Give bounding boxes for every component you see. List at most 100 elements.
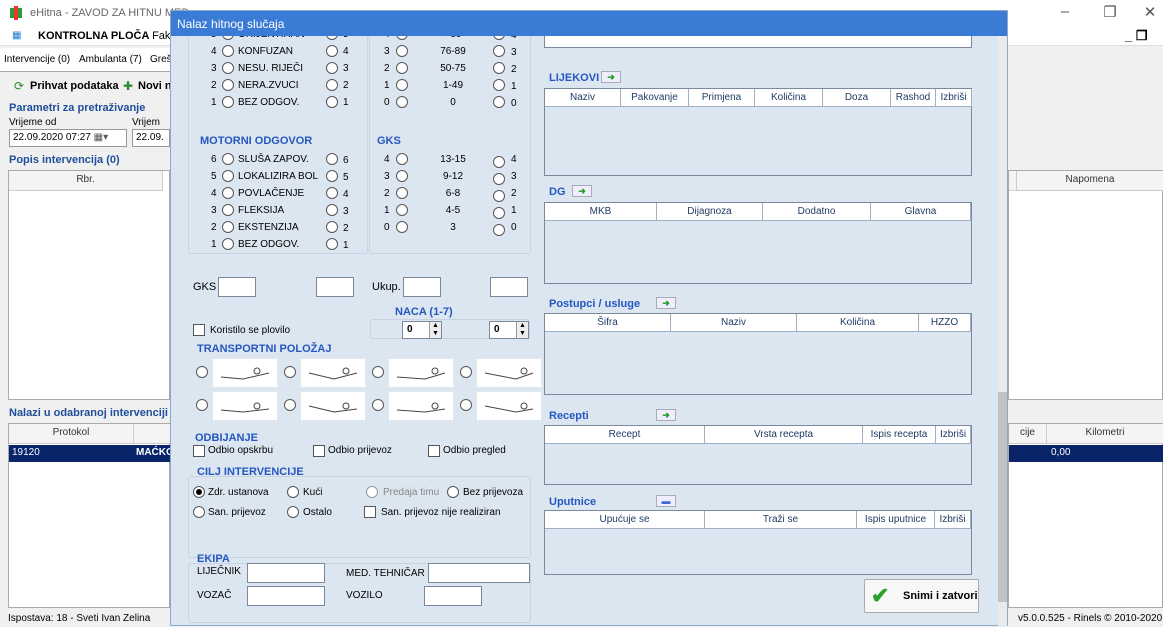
gks-radio[interactable] [396, 187, 408, 199]
minimize-icon[interactable]: – [1050, 3, 1080, 20]
motor-radio[interactable] [222, 221, 234, 233]
rts-radio[interactable] [396, 79, 408, 91]
table-header-ispis-uputnice[interactable]: Ispis uputnice [857, 511, 935, 529]
transport-radio[interactable] [196, 366, 208, 378]
ukup-input-2[interactable] [490, 277, 528, 297]
table-header--ifra[interactable]: Šifra [545, 314, 671, 332]
close-icon[interactable]: ✕ [1135, 3, 1163, 21]
table-header-izbri-i[interactable]: Izbriši [936, 426, 971, 444]
gks-radio-right[interactable] [493, 156, 505, 168]
to-input[interactable]: 22.09. [132, 129, 170, 147]
med-teh-input[interactable] [428, 563, 530, 583]
col-rbr[interactable]: Rbr. [9, 171, 163, 191]
gks-radio[interactable] [396, 221, 408, 233]
gks-radio-right[interactable] [493, 190, 505, 202]
add-recept-button[interactable]: ➜ [656, 409, 676, 421]
naca-spinner-2[interactable]: 0 ▲ ▼ [489, 321, 529, 339]
rts-radio[interactable] [396, 96, 408, 108]
lijekovi-table[interactable]: Naziv Pakovanje Primjena Količina Doza Rashod… [544, 88, 972, 176]
postupci-table[interactable]: Šifra Naziv Količina HZZO [544, 313, 972, 395]
table-header-doza[interactable]: Doza [823, 89, 891, 107]
cilj-ostalo-radio[interactable] [287, 506, 299, 518]
table-header-pakovanje[interactable]: Pakovanje [621, 89, 689, 107]
table-row[interactable]: 19120 MAĆKO [9, 445, 174, 462]
uputnice-table[interactable]: Upućuje se Traži se Ispis uputnice Izbriši [544, 510, 972, 575]
table-body[interactable] [545, 108, 971, 175]
verbal-radio[interactable] [222, 62, 234, 74]
prihvat-button[interactable]: Prihvat podataka [30, 80, 119, 92]
table-header-recept[interactable]: Recept [545, 426, 705, 444]
transport-radio[interactable] [284, 399, 296, 411]
dg-table[interactable]: MKB Dijagnoza Dodatno Glavna [544, 202, 972, 284]
gks-radio-right[interactable] [493, 224, 505, 236]
transport-radio[interactable] [284, 366, 296, 378]
table-header-upu-uje-se[interactable]: Upućuje se [545, 511, 705, 529]
interventions-list[interactable]: Rbr. [8, 170, 170, 400]
ukup-input[interactable] [403, 277, 441, 297]
add-dg-button[interactable]: ➜ [572, 185, 592, 197]
verbal-radio-right[interactable] [326, 96, 338, 108]
rts-radio-right[interactable] [493, 45, 505, 57]
add-postupak-button[interactable]: ➜ [656, 297, 676, 309]
table-body[interactable] [545, 445, 971, 484]
odbio-opskrbu-checkbox[interactable] [193, 445, 205, 457]
recepti-table[interactable]: Recept Vrsta recepta Ispis recepta Izbriši [544, 425, 972, 485]
lijecnik-input[interactable] [247, 563, 325, 583]
table-row[interactable]: 0,00 [1009, 445, 1163, 462]
gks-radio[interactable] [396, 153, 408, 165]
table-body[interactable] [545, 530, 971, 574]
table-header-ispis-recepta[interactable]: Ispis recepta [863, 426, 936, 444]
save-close-button[interactable]: ✔ Snimi i zatvori [864, 579, 979, 613]
motor-radio-right[interactable] [326, 221, 338, 233]
motor-radio-right[interactable] [326, 204, 338, 216]
verbal-radio[interactable] [222, 96, 234, 108]
tab-greske[interactable]: Greš [150, 54, 172, 65]
restore-icon[interactable]: ❐ [1095, 3, 1125, 21]
rts-radio-right[interactable] [493, 96, 505, 108]
transport-radio[interactable] [460, 399, 472, 411]
table-header-koli-ina[interactable]: Količina [755, 89, 823, 107]
gks-radio[interactable] [396, 204, 408, 216]
plovilo-checkbox[interactable] [193, 324, 205, 336]
cilj-zdr-radio[interactable] [193, 486, 205, 498]
gks-input-2[interactable] [316, 277, 354, 297]
mdi-controls[interactable]: _ ❐ [1125, 28, 1148, 44]
verbal-radio[interactable] [222, 45, 234, 57]
verbal-radio-right[interactable] [326, 79, 338, 91]
cilj-kuci-radio[interactable] [287, 486, 299, 498]
vertical-scroll-thumb[interactable] [998, 392, 1007, 602]
motor-radio[interactable] [222, 204, 234, 216]
vozilo-input[interactable] [424, 586, 482, 606]
motor-radio[interactable] [222, 170, 234, 182]
add-lijek-button[interactable]: ➜ [601, 71, 621, 83]
nalazi-list[interactable]: Protokol 19120 MAĆKO [8, 423, 174, 608]
rts-radio-right[interactable] [493, 62, 505, 74]
cilj-san-radio[interactable] [193, 506, 205, 518]
naca-spinner-1[interactable]: 0 ▲ ▼ [402, 321, 442, 339]
table-header-tra-i-se[interactable]: Traži se [705, 511, 857, 529]
table-header-dodatno[interactable]: Dodatno [763, 203, 871, 221]
col-kilometri[interactable]: Kilometri [1047, 424, 1163, 444]
motor-radio-right[interactable] [326, 238, 338, 250]
odbio-prijevoz-checkbox[interactable] [313, 445, 325, 457]
table-body[interactable] [545, 222, 971, 283]
gks-radio-right[interactable] [493, 173, 505, 185]
gks-radio[interactable] [396, 170, 408, 182]
add-uputnica-button[interactable]: ▬ [656, 495, 676, 507]
verbal-radio[interactable] [222, 79, 234, 91]
rts-radio[interactable] [396, 62, 408, 74]
san-nije-checkbox[interactable] [364, 506, 376, 518]
motor-radio-right[interactable] [326, 153, 338, 165]
rts-radio[interactable] [396, 45, 408, 57]
transport-radio[interactable] [372, 399, 384, 411]
table-header-dijagnoza[interactable]: Dijagnoza [657, 203, 763, 221]
motor-radio[interactable] [222, 238, 234, 250]
tab-intervencije[interactable]: Intervencije (0) [4, 54, 70, 65]
table-header-izbri-i[interactable]: Izbriši [935, 511, 971, 529]
table-header-rashod[interactable]: Rashod [891, 89, 936, 107]
motor-radio-right[interactable] [326, 187, 338, 199]
tab-ambulanta[interactable]: Ambulanta (7) [79, 54, 142, 65]
gks-input[interactable] [218, 277, 256, 297]
table-body[interactable] [545, 333, 971, 394]
table-header-vrsta-recepta[interactable]: Vrsta recepta [705, 426, 863, 444]
